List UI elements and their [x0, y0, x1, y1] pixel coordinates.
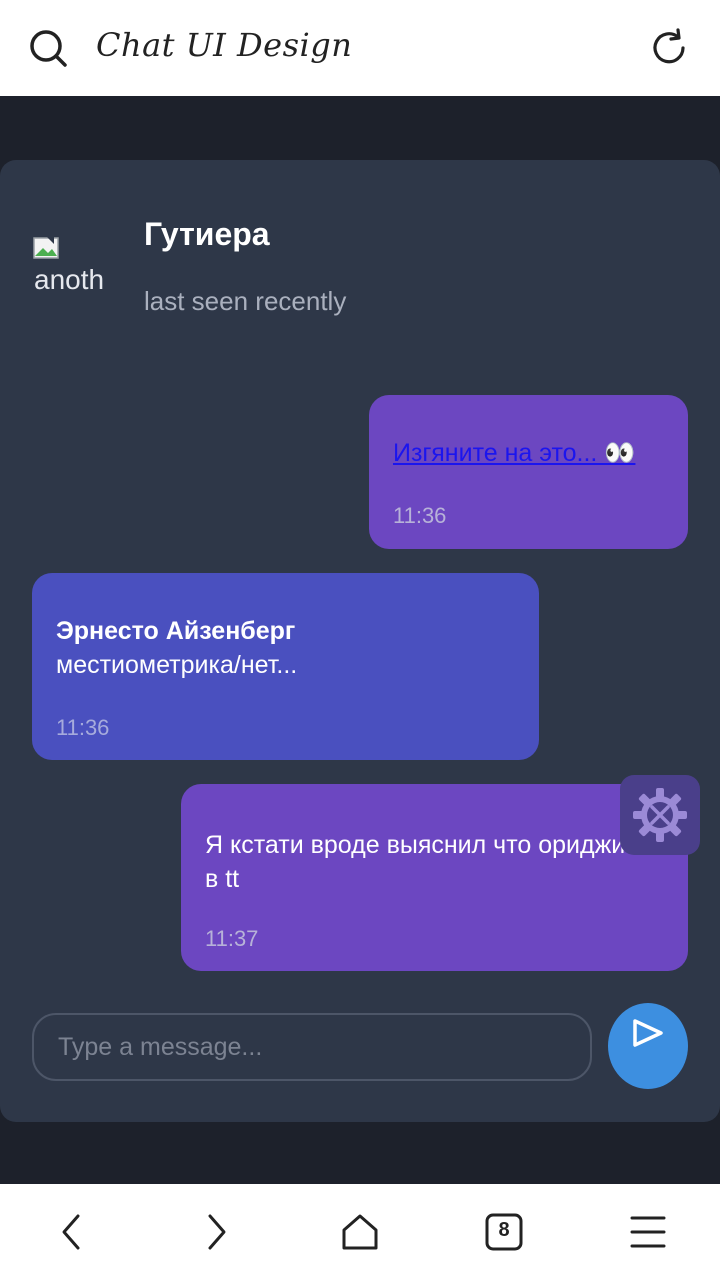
message-time: 11:36	[393, 503, 447, 528]
browser-top-bar: Chat UI Design	[0, 0, 720, 96]
reload-icon[interactable]	[650, 28, 690, 68]
message-text: местиометрика/нет...	[56, 651, 298, 679]
message-bubble-outgoing: Изгяните на это... 👀 11:36	[369, 395, 688, 549]
chevron-right-icon[interactable]	[196, 1212, 236, 1252]
broken-image-icon	[33, 236, 59, 259]
message-bubble-outgoing: Я кстати вроде выяснил что ориджин в tt …	[181, 784, 688, 971]
browser-bottom-bar: 8	[0, 1184, 720, 1280]
gear-wrench-icon	[633, 788, 687, 842]
page-title: Chat UI Design	[96, 26, 353, 64]
chevron-left-icon[interactable]	[52, 1212, 92, 1252]
message-bubble-incoming: Эрнесто Айзенберг местиометрика/нет... 1…	[32, 573, 539, 760]
message-time: 11:36	[56, 715, 110, 740]
avatar-alt-text: anoth	[34, 264, 105, 295]
send-icon	[633, 1019, 663, 1047]
message-input[interactable]	[32, 1013, 592, 1081]
settings-button[interactable]	[620, 775, 700, 855]
menu-icon[interactable]	[628, 1212, 668, 1252]
tabs-button[interactable]: 8	[484, 1212, 524, 1252]
send-button[interactable]	[608, 1003, 688, 1089]
message-time: 11:37	[205, 926, 259, 951]
contact-status: last seen recently	[144, 286, 347, 316]
avatar: anoth	[32, 232, 112, 312]
chat-panel: anoth Гутиера last seen recently Изгянит…	[0, 160, 720, 1122]
message-link[interactable]: Изгяните на это... 👀	[393, 439, 635, 468]
tab-count: 8	[498, 1219, 510, 1241]
search-icon[interactable]	[28, 28, 68, 68]
message-sender: Эрнесто Айзенберг	[56, 617, 296, 645]
home-icon[interactable]	[340, 1212, 380, 1252]
contact-name: Гутиера	[144, 216, 270, 252]
message-text: Я кстати вроде выяснил что ориджин в tt	[205, 831, 640, 893]
